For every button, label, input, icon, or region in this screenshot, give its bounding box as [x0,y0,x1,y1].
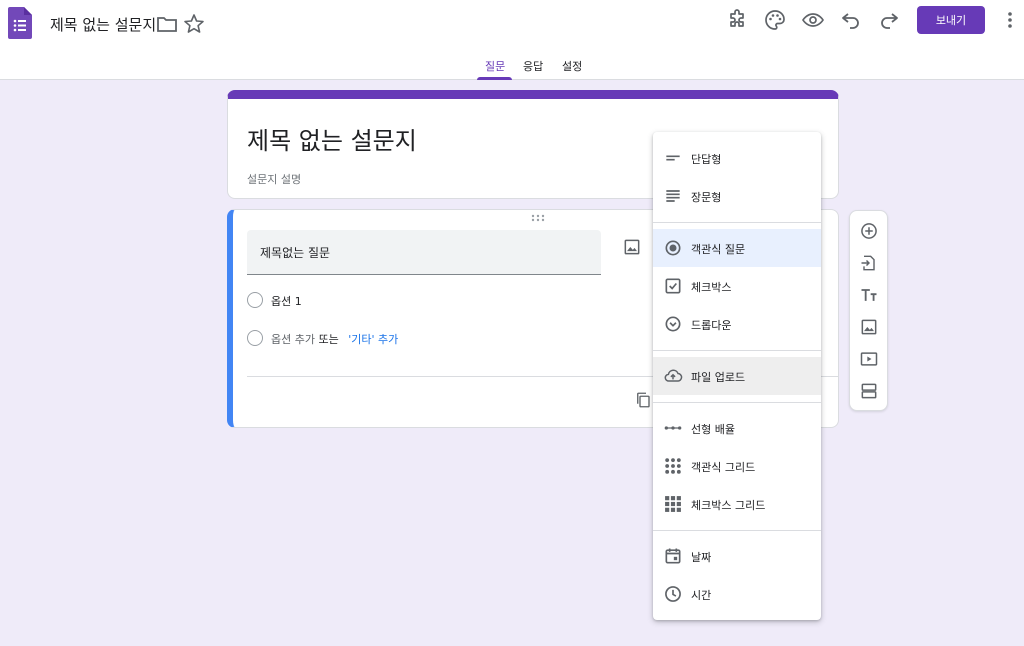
menu-item-label: 선형 배율 [691,423,735,436]
add-section-icon[interactable] [859,381,879,401]
menu-item-date[interactable]: 날짜 [653,537,821,575]
checkbox-grid-icon [665,496,681,512]
menu-item-time[interactable]: 시간 [653,575,821,613]
menu-item-label: 장문형 [691,191,722,204]
question-title-input[interactable]: 제목없는 질문 [247,230,601,275]
time-icon [665,586,681,602]
top-header: 제목 없는 설문지 보내기 질문 응답 설정 [0,0,1024,80]
menu-item-checkbox[interactable]: 체크박스 [653,267,821,305]
menu-item-label: 드롭다운 [691,319,732,332]
add-option-radio [247,330,263,346]
add-option-link[interactable]: 옵션 추가 [271,333,315,346]
folder-icon[interactable] [155,12,179,36]
add-question-icon[interactable] [859,221,879,241]
or-text: 또는 [318,333,339,346]
menu-item-label: 날짜 [691,551,712,564]
menu-item-file-upload[interactable]: 파일 업로드 [653,357,821,395]
menu-item-label: 체크박스 [691,281,732,294]
menu-divider [653,222,821,223]
menu-item-multiple-choice[interactable]: 객관식 질문 [653,229,821,267]
date-icon [665,548,681,564]
addon-puzzle-icon[interactable] [725,8,749,32]
menu-item-mc-grid[interactable]: 객관식 그리드 [653,447,821,485]
menu-item-paragraph[interactable]: 장문형 [653,177,821,215]
form-title[interactable]: 제목 없는 설문지 [247,121,417,156]
menu-item-linear-scale[interactable]: 선형 배율 [653,409,821,447]
form-description-input[interactable]: 설문지 설명 [247,171,301,187]
send-button[interactable]: 보내기 [917,6,985,34]
menu-item-short-answer[interactable]: 단답형 [653,139,821,177]
menu-item-checkbox-grid[interactable]: 체크박스 그리드 [653,485,821,523]
tab-responses[interactable]: 응답 [523,58,543,74]
menu-item-label: 시간 [691,589,712,602]
drag-handle-icon[interactable] [531,214,545,222]
document-title[interactable]: 제목 없는 설문지 [50,14,156,35]
undo-icon[interactable] [839,8,863,32]
menu-item-label: 체크박스 그리드 [691,499,766,512]
palette-icon[interactable] [763,8,787,32]
menu-item-dropdown[interactable]: 드롭다운 [653,305,821,343]
tab-settings[interactable]: 설정 [562,58,582,74]
question-title: 제목없는 질문 [260,246,331,260]
active-tab-indicator [477,77,512,80]
dropdown-icon [665,316,681,332]
redo-icon[interactable] [877,8,901,32]
mc-grid-icon [665,458,681,474]
paragraph-icon [666,190,680,202]
add-title-icon[interactable] [859,285,879,305]
option-1-label[interactable]: 옵션 1 [271,293,302,309]
add-video-icon[interactable] [859,349,879,369]
menu-item-label: 객관식 그리드 [691,461,756,474]
floating-side-toolbar [849,210,888,411]
tab-questions[interactable]: 질문 [485,58,505,74]
option-radio [247,292,263,308]
add-image-icon[interactable] [622,237,642,257]
star-icon[interactable] [182,12,206,36]
forms-logo-icon[interactable] [8,7,32,39]
menu-item-label: 단답형 [691,153,722,166]
menu-divider [653,350,821,351]
file-upload-icon [664,369,683,382]
menu-divider [653,530,821,531]
menu-item-label: 객관식 질문 [691,243,746,256]
menu-item-label: 파일 업로드 [691,371,746,384]
question-type-menu: 단답형 장문형 객관식 질문 체크박스 드롭다운 파일 업로드 선형 배율 객관… [653,132,821,620]
tab-bar: 질문 응답 설정 [0,58,1024,80]
linear-scale-icon [664,426,682,430]
multiple-choice-icon [665,240,681,256]
duplicate-icon[interactable] [634,391,652,409]
preview-eye-icon[interactable] [801,8,825,32]
short-answer-icon [666,155,680,161]
import-questions-icon[interactable] [859,253,879,273]
menu-divider [653,402,821,403]
add-other-link[interactable]: '기타' 추가 [348,333,398,346]
add-image-icon[interactable] [859,317,879,337]
checkbox-icon [665,278,681,294]
more-vert-icon[interactable] [998,8,1022,32]
add-option-row: 옵션 추가 또는 '기타' 추가 [271,331,398,347]
